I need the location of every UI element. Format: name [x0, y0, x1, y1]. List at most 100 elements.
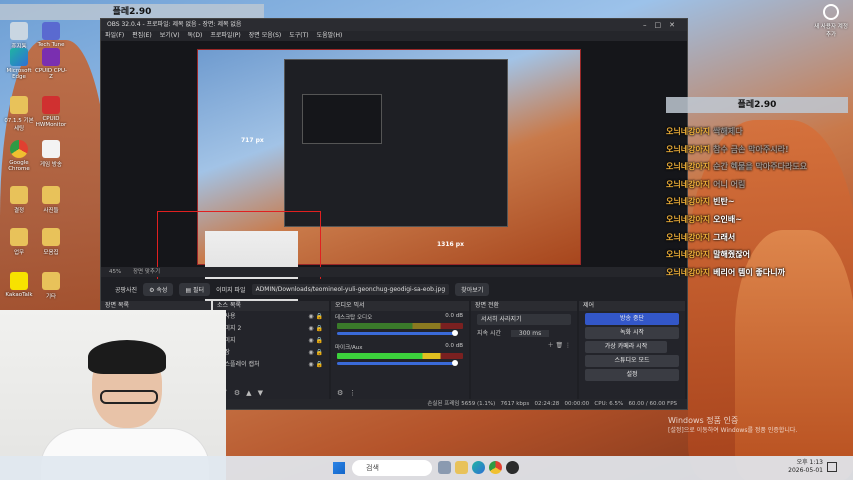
file-explorer-icon[interactable]	[455, 461, 468, 474]
chat-message: 오늬네강아지 말해줬잖어	[666, 250, 750, 260]
sources-dock-title: 소스 목록	[213, 301, 329, 311]
source-item[interactable]: 이미지 2 ◉ 🔒	[213, 323, 329, 335]
visibility-lock-icons[interactable]: ◉ 🔒	[308, 347, 323, 359]
source-item[interactable]: 색사용 ◉ 🔒	[213, 311, 329, 323]
notification-icon[interactable]	[827, 462, 837, 472]
more-icon[interactable]: ⋮	[349, 389, 356, 397]
folder-icon	[10, 186, 28, 204]
properties-button[interactable]: ⚙ 속성	[143, 282, 174, 296]
menu-file[interactable]: 파일(F)	[105, 31, 124, 41]
source-item[interactable]: 홍장◉ 🔒	[213, 347, 329, 359]
preview-status-strip: 45% 장면 맞추기	[101, 267, 687, 277]
obs-icon[interactable]	[506, 461, 519, 474]
chat-message: 오늬네강아지 순간 헥물을 막아주다라도요	[666, 162, 808, 172]
visibility-lock-icons[interactable]: ◉ 🔒	[308, 359, 323, 371]
fit-scene[interactable]: 장면 맞추기	[133, 269, 160, 275]
audio-mixer-dock[interactable]: 오디오 믹서 데스크탑 오디오 0.0 dB 마이크/Aux 0.0 dB ⚙ ⋮	[331, 301, 469, 399]
desktop-icon-cpuz[interactable]: CPUID CPU-Z	[34, 48, 68, 80]
folder-icon	[10, 228, 28, 246]
transitions-dock[interactable]: 장면 전환 서서히 사라지기 지속 시간 300 ms ＋ 🗑 ⋮	[471, 301, 577, 399]
edge-icon[interactable]	[472, 461, 485, 474]
desktop-icon-kakaotalk[interactable]: KakaoTalk	[2, 272, 36, 298]
filters-button[interactable]: ▤ 필터	[179, 282, 211, 296]
taskbar-search-input[interactable]: 검색	[352, 460, 432, 476]
chat-title-banner: 플레2.90	[666, 97, 848, 113]
desktop-icon-add-user[interactable]: 새 사용자 계정 추가	[814, 4, 848, 38]
obs-menubar: 파일(F) 편집(E) 보기(V) 독(D) 프로파일(P) 장면 모음(S) …	[101, 31, 687, 41]
fps-readout: 60.00 / 60.00 FPS	[628, 401, 677, 407]
start-virtual-camera-button[interactable]: 가상 카메라 시작	[585, 341, 667, 353]
streamer-hair	[88, 340, 166, 374]
sources-dock[interactable]: 소스 목록 색사용◉ 🔒 이미지 2◉ 🔒 이미지◉ 🔒 홍장◉ 🔒 디스플레이…	[213, 301, 329, 399]
chat-message: 오늬네강아지 그래서	[666, 232, 736, 242]
desktop-icon-folder-decision[interactable]: 결정	[2, 186, 36, 214]
height-label: 717 px	[241, 137, 264, 144]
gear-icon[interactable]: ⚙	[337, 389, 343, 397]
start-recording-button[interactable]: 녹화 시작	[585, 327, 679, 339]
mixer-dock-title: 오디오 믹서	[331, 301, 469, 311]
system-clock[interactable]: 오후 1:13 2026-05-01	[788, 459, 823, 475]
chat-message: 오늬네강아지 빈탄~	[666, 197, 735, 207]
desktop-icon-hwmonitor[interactable]: CPUID HWMonitor	[34, 96, 68, 128]
visibility-lock-icons[interactable]: ◉ 🔒	[308, 323, 323, 335]
menu-edit[interactable]: 편집(E)	[132, 31, 152, 41]
desktop-icon-folder-work[interactable]: 업무	[2, 228, 36, 256]
mixer-channel-mic: 마이크/Aux 0.0 dB	[335, 343, 463, 351]
desktop-icon-game-stream[interactable]: 게임 방송	[34, 140, 68, 168]
desktop-icon-misc[interactable]: 기타	[34, 272, 68, 300]
studio-mode-button[interactable]: 스튜디오 모드	[585, 355, 679, 367]
obs-titlebar[interactable]: OBS 32.0.4 - 프로파일: 제목 없음 - 장면: 제목 없음 –□✕	[101, 19, 687, 31]
obs-preview[interactable]: 717 px 1316 px	[101, 41, 687, 313]
desktop-icon-folder-setting[interactable]: 07.1.5 기본 세팅	[2, 96, 36, 132]
stream-time: 02:24:28	[534, 401, 560, 407]
mic-volume-slider[interactable]	[337, 360, 458, 366]
visibility-lock-icons[interactable]: ◉ 🔒	[308, 311, 323, 323]
settings-button[interactable]: 설정	[585, 369, 679, 381]
desktop-icon-techtune[interactable]: Tech Tune	[34, 22, 68, 48]
task-view-icon[interactable]	[438, 461, 451, 474]
width-label: 1316 px	[437, 241, 464, 248]
file-icon	[42, 140, 60, 158]
windows-start-icon[interactable]	[333, 462, 345, 474]
transition-duration-input[interactable]: 300 ms	[510, 330, 550, 337]
transition-duration-row: 지속 시간 300 ms	[471, 328, 577, 340]
menu-profile[interactable]: 프로파일(P)	[210, 31, 240, 41]
zoom-level[interactable]: 45%	[109, 269, 121, 275]
folder-icon	[10, 96, 28, 114]
desktop-icon-chrome[interactable]: Google Chrome	[2, 140, 36, 172]
taskbar: 검색 오후 1:13 2026-05-01	[0, 456, 853, 480]
menu-tools[interactable]: 도구(T)	[289, 31, 308, 41]
source-item[interactable]: 이미지 ◉ 🔒	[213, 335, 329, 347]
chat-message: 오늬네강아지 어니 어림	[666, 179, 746, 189]
selected-source-name: 공팡사진	[115, 286, 138, 294]
desktop-icon-photos[interactable]: 사진들	[34, 186, 68, 214]
add-remove-more-icons[interactable]: ＋ 🗑 ⋮	[548, 340, 571, 352]
browse-button[interactable]: 찾아보기	[455, 282, 490, 296]
mic-audio-meter	[337, 353, 463, 359]
gear-icon[interactable]: ⚙	[234, 389, 240, 397]
menu-help[interactable]: 도움말(H)	[317, 31, 343, 41]
chevron-down-icon[interactable]: ▼	[258, 389, 263, 397]
chrome-icon[interactable]	[489, 461, 502, 474]
windows-activation-watermark: Windows 정품 인증 [설정]으로 이동하여 Windows를 정품 인증…	[668, 416, 798, 434]
dropped-frames: 손실된 프레임 5659 (1.1%)	[427, 401, 496, 407]
desktop-icon-edge[interactable]: Microsoft Edge	[2, 48, 36, 80]
menu-view[interactable]: 보기(V)	[160, 31, 180, 41]
controls-dock[interactable]: 제어 방송 중단 녹화 시작 가상 카메라 시작 스튜디오 모드 설정	[579, 301, 685, 399]
chevron-up-icon[interactable]: ▲	[246, 389, 251, 397]
desktop-audio-volume-slider[interactable]	[337, 330, 458, 336]
hwmonitor-icon	[42, 96, 60, 114]
visibility-lock-icons[interactable]: ◉ 🔒	[308, 335, 323, 347]
source-item[interactable]: 디스플레이 캡처 ◉ 🔒	[213, 359, 329, 371]
bitrate: 7617 kbps	[500, 401, 530, 407]
desktop-icon-collection[interactable]: 모음집	[34, 228, 68, 256]
image-path-field[interactable]: ADMIN/Downloads/teomineol-yuli-geonchug-…	[251, 283, 450, 295]
menu-scene-collection[interactable]: 장면 모음(S)	[249, 31, 281, 41]
stop-streaming-button[interactable]: 방송 중단	[585, 313, 679, 325]
window-controls[interactable]: –□✕	[643, 19, 683, 31]
transitions-dock-title: 장면 전환	[471, 301, 577, 311]
menu-dock[interactable]: 독(D)	[188, 31, 203, 41]
transition-type-select[interactable]: 서서히 사라지기	[477, 314, 571, 325]
desktop-icon-recycle-bin[interactable]: 휴지통	[2, 22, 36, 50]
desktop-audio-meter	[337, 323, 463, 329]
